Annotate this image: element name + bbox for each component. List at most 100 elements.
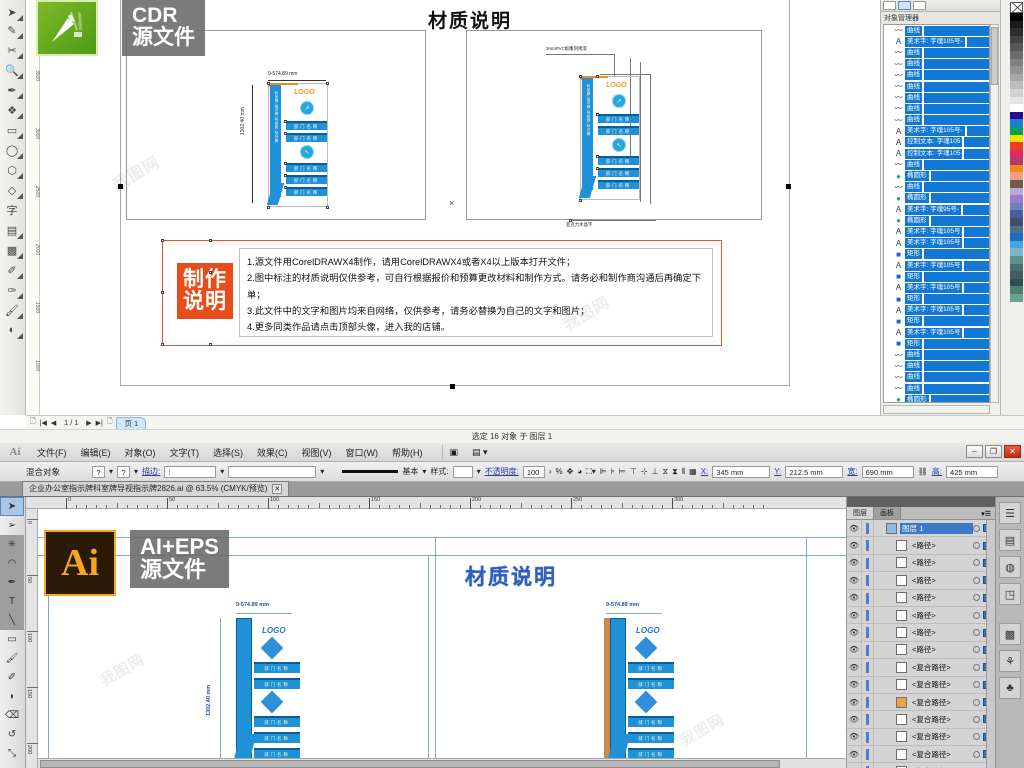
color-swatch[interactable] <box>1010 50 1023 59</box>
visibility-toggle-icon[interactable]: 👁 <box>847 611 861 620</box>
menu-选择s[interactable]: 选择(S) <box>206 446 250 459</box>
layer-object-row[interactable]: 👁<复合路径> <box>847 763 995 768</box>
menu-对象o[interactable]: 对象(O) <box>118 446 163 459</box>
stroke-profile-dropdown-icon[interactable]: ▾ <box>320 467 324 476</box>
layer-object-row[interactable]: 👁<复合路径> <box>847 659 995 677</box>
ai-toolbox[interactable]: ➤ ➢ ✳ ◠ ✒ T ╲ ▭ 🖌 ✐ ◗ ⌫ ↺ ⤡ ⟡ ⬚ ◍ ▨ ▦ ◫ … <box>0 497 26 768</box>
lock-toggle-icon[interactable] <box>861 589 874 606</box>
opacity-stepper-icon[interactable]: › <box>549 467 552 476</box>
node-handle[interactable] <box>209 343 212 346</box>
docker-tab[interactable] <box>883 1 896 10</box>
ai-panel-dock[interactable]: ☰ ▤ ◍ ◳ ▩ ⚘ ♣ <box>995 497 1024 768</box>
lock-toggle-icon[interactable] <box>861 746 874 763</box>
node-handle[interactable] <box>284 186 287 189</box>
visibility-toggle-icon[interactable]: 👁 <box>847 593 861 602</box>
object-list-item[interactable]: 〰曲线 <box>884 92 989 103</box>
object-list-item[interactable]: ● 椭圆形 <box>884 394 989 402</box>
node-handle[interactable] <box>161 343 164 346</box>
color-swatch[interactable] <box>1010 111 1023 120</box>
node-handle[interactable] <box>161 239 164 242</box>
fill-swatch[interactable]: ? <box>92 465 106 478</box>
pick-tool-icon[interactable]: ➤ <box>0 2 24 22</box>
color-swatch[interactable] <box>1010 142 1023 150</box>
next-page-icon[interactable]: ▶ <box>86 419 91 427</box>
lock-toggle-icon[interactable] <box>861 572 874 589</box>
ai-control-bar[interactable]: 混合对象 ? ▾ ? ▾ 描边: ⁞ ▾ ▾ 基本 ▾ 样式: ▾ 不透明度: … <box>0 462 1024 482</box>
menu-帮助h[interactable]: 帮助(H) <box>385 446 430 459</box>
layer-row[interactable]: 👁 图层 1 <box>847 520 995 538</box>
layer-object-row[interactable]: 👁 <路径> <box>847 572 995 590</box>
target-indicator-icon[interactable] <box>973 576 980 584</box>
color-swatch[interactable] <box>1010 157 1023 165</box>
selection-handle[interactable] <box>786 184 791 189</box>
selection-handle[interactable] <box>118 184 123 189</box>
object-list-item[interactable]: ● 椭圆形 <box>884 215 989 226</box>
layer-object-row[interactable]: 👁 <路径> <box>847 641 995 660</box>
color-swatch[interactable] <box>1010 210 1023 219</box>
symbols-panel-icon[interactable]: ⚘ <box>999 650 1021 672</box>
style-dropdown-icon[interactable]: ▾ <box>477 467 481 476</box>
bridge-button[interactable]: ▣ <box>443 447 466 458</box>
color-swatch[interactable] <box>1010 233 1023 241</box>
y-input[interactable]: 212.5 mm <box>785 465 844 478</box>
interactive-fill-tool-icon[interactable]: ◐ <box>0 320 24 340</box>
align-left-icon[interactable]: ⊫ <box>600 467 607 476</box>
lock-toggle-icon[interactable] <box>861 624 874 641</box>
target-indicator-icon[interactable] <box>973 646 980 654</box>
node-handle[interactable] <box>209 239 212 242</box>
object-list-item[interactable]: A 美术字: 字魂105号- <box>884 126 989 137</box>
tab-layers[interactable]: 图层 <box>847 507 874 519</box>
ai-sign-artwork-right[interactable]: 9-574.89 mm LOGO 部门名称 部门名称 部门名称 部门名称 部门名… <box>578 602 698 768</box>
text-tool-icon[interactable]: 字 <box>0 200 24 220</box>
rotate-tool-icon[interactable]: ↺ <box>0 725 24 744</box>
color-swatch[interactable] <box>1010 119 1023 127</box>
target-indicator-icon[interactable] <box>973 750 980 758</box>
isolate-icon[interactable]: ◕ <box>577 467 582 476</box>
color-swatch[interactable] <box>1010 202 1023 211</box>
align-bottom-icon[interactable]: ⊥ <box>652 467 659 476</box>
eraser-tool-icon[interactable]: ⌫ <box>0 706 24 725</box>
palette-swatches[interactable] <box>1010 2 1023 302</box>
ai-menu-bar[interactable]: Ai 文件(F) 编辑(E) 对象(O) 文字(T) 选择(S) 效果(C) 视图(V) 窗口… <box>0 443 1024 462</box>
layer-object-row[interactable]: 👁 <路径> <box>847 624 995 642</box>
align-right-icon[interactable]: ⊨ <box>619 467 626 476</box>
close-tab-icon[interactable]: ✕ <box>272 483 283 494</box>
color-swatch[interactable] <box>1010 164 1023 173</box>
node-handle[interactable] <box>596 113 599 116</box>
object-list-item[interactable]: 〰曲线 <box>884 159 989 170</box>
menu-效果c[interactable]: 效果(C) <box>250 446 295 459</box>
visibility-toggle-icon[interactable]: 👁 <box>847 715 861 724</box>
color-swatch[interactable] <box>1010 218 1023 226</box>
object-list-item[interactable]: 〰曲线 <box>884 361 989 372</box>
color-swatch[interactable] <box>1010 35 1023 44</box>
color-swatch[interactable] <box>1010 73 1023 82</box>
rectangle-tool-icon[interactable]: ▭ <box>0 630 24 649</box>
layers-scrollbar[interactable] <box>986 520 995 768</box>
distribute-sp-icon[interactable]: ⫴ <box>682 467 685 477</box>
target-indicator-icon[interactable] <box>973 681 980 689</box>
crop-tool-icon[interactable]: ✂ <box>0 40 24 60</box>
panel-drag-handle[interactable] <box>847 497 995 507</box>
node-handle[interactable] <box>596 75 599 78</box>
node-handle[interactable] <box>579 75 582 78</box>
object-list-item[interactable]: A 美术字: 字魂105号 <box>884 260 989 271</box>
smart-fill-tool-icon[interactable]: ❖ <box>0 100 24 120</box>
direct-selection-tool-icon[interactable]: ➢ <box>0 516 24 535</box>
ai-sign-artwork-left[interactable]: 9-574.89 mm 1302.40 mm LOGO 部门名称 部门名称 部门… <box>206 602 328 768</box>
target-indicator-icon[interactable] <box>973 611 980 619</box>
type-tool-icon[interactable]: T <box>0 592 24 611</box>
stroke-profile-input[interactable] <box>228 465 317 478</box>
eyedropper-tool-icon[interactable]: ✐ <box>0 260 24 280</box>
color-swatch[interactable] <box>1010 28 1023 36</box>
layer-object-row[interactable]: 👁<复合路径> <box>847 693 995 712</box>
cdr-object-manager[interactable]: 对象管理器 〰曲线 A 美术字: 字魂105号- 〰曲线〰曲线〰曲线〰曲线〰曲线〰曲线… <box>880 0 1000 415</box>
object-list-item[interactable]: A 美术字: 字魂105号 <box>884 282 989 293</box>
brush-dropdown-icon[interactable]: ▾ <box>422 467 426 476</box>
style-swatch[interactable] <box>452 465 473 478</box>
x-input[interactable]: 345 mm <box>712 465 771 478</box>
color-swatch[interactable] <box>1010 293 1023 302</box>
window-controls[interactable]: – ❐ ✕ <box>966 445 1021 458</box>
target-indicator-icon[interactable] <box>973 733 980 741</box>
object-list[interactable]: 〰曲线 A 美术字: 字魂105号- 〰曲线〰曲线〰曲线〰曲线〰曲线〰曲线〰曲线 A 美术… <box>883 24 990 403</box>
node-handle[interactable] <box>579 199 582 202</box>
